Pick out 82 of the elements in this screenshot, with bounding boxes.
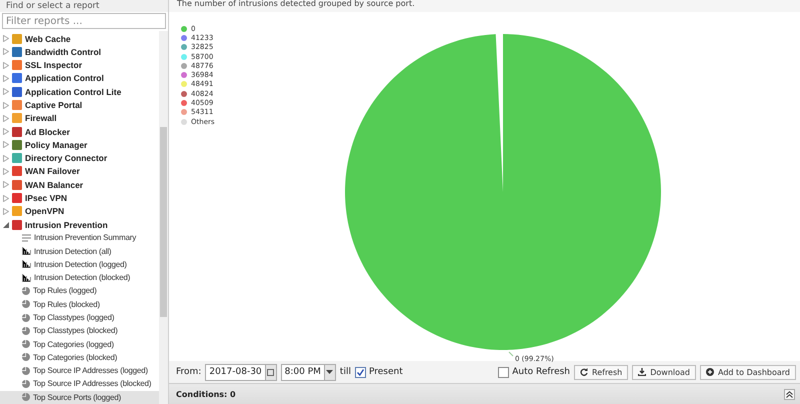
app-icon	[12, 113, 22, 124]
dropdown-icon	[326, 370, 334, 374]
tree-item[interactable]: Firewall	[0, 112, 159, 125]
app-icon	[12, 34, 22, 44]
list-icon	[22, 234, 31, 242]
tree-item[interactable]: Top Source Ports (logged)	[0, 390, 159, 404]
present-label: Present	[368, 367, 403, 377]
tree-item[interactable]: Bandwidth Control	[0, 45, 159, 59]
tree-item[interactable]: Top Source IP Addresses (blocked)	[0, 377, 159, 391]
pie-chart-icon	[22, 314, 30, 322]
sidebar-title: Find or select a report	[0, 0, 168, 12]
pie-chart-icon	[22, 353, 30, 362]
collapse-button[interactable]	[784, 388, 795, 400]
calendar-icon	[267, 368, 274, 376]
refresh-icon	[580, 368, 588, 376]
app-icon	[12, 126, 22, 137]
pie-chart-icon	[22, 326, 30, 335]
app-icon	[12, 180, 22, 190]
tree-item[interactable]: Ad Blocker	[0, 124, 159, 138]
conditions-title: Conditions: 0	[176, 390, 236, 398]
pie-chart-icon	[22, 366, 30, 375]
from-label: From:	[176, 367, 202, 377]
app-icon	[12, 60, 22, 70]
tree-item[interactable]: Top Categories (blocked)	[0, 350, 159, 364]
tree-item[interactable]: Web Cache	[0, 32, 159, 46]
pie-slice[interactable]	[345, 34, 661, 350]
filter-field[interactable]: Filter reports ...	[2, 13, 166, 29]
report-description: The number of intrusions detected grouped by source port.	[176, 0, 416, 10]
app-icon	[12, 140, 22, 150]
add-button[interactable]: Add to Dashboard	[700, 364, 796, 380]
leader-line	[508, 352, 514, 356]
pie-chart-icon	[22, 393, 30, 402]
tree-item[interactable]: Intrusion Detection (blocked)	[0, 271, 159, 284]
tree-item[interactable]: Top Classtypes (logged)	[0, 310, 159, 324]
app-icon	[12, 100, 22, 110]
app-icon	[12, 46, 22, 57]
tree-item[interactable]: Top Rules (blocked)	[0, 298, 159, 311]
pie-chart-icon	[22, 340, 30, 348]
scrollbar[interactable]	[159, 31, 168, 404]
app-icon	[12, 153, 22, 164]
tree-item[interactable]: Top Classtypes (blocked)	[0, 324, 159, 338]
collapse-icon[interactable]	[3, 222, 9, 228]
add-icon	[706, 368, 714, 376]
tree-item[interactable]: SSL Inspector	[0, 58, 159, 72]
tree-item[interactable]: Captive Portal	[0, 98, 159, 112]
auto-refresh-checkbox[interactable]	[498, 366, 510, 378]
tree-item[interactable]: WAN Failover	[0, 164, 159, 178]
app-icon	[12, 73, 22, 84]
tree-item[interactable]: Intrusion Prevention	[0, 218, 159, 232]
pie-chart-icon	[22, 380, 30, 388]
app-icon	[12, 193, 22, 204]
tree-item[interactable]: Policy Manager	[0, 138, 159, 152]
bar-chart-icon	[22, 260, 31, 268]
till-label: till	[340, 367, 351, 377]
tree-item[interactable]: Top Source IP Addresses (logged)	[0, 364, 159, 378]
app-icon	[12, 166, 22, 176]
tree-item[interactable]: WAN Balancer	[0, 178, 159, 192]
tree-item[interactable]: Intrusion Detection (logged)	[0, 258, 159, 272]
tree-item[interactable]: Directory Connector	[0, 152, 159, 165]
tree-item[interactable]: Application Control Lite	[0, 85, 159, 98]
tree-item[interactable]: OpenVPN	[0, 204, 159, 218]
bar-chart-icon	[22, 274, 31, 282]
tree-item[interactable]: Top Rules (logged)	[0, 284, 159, 298]
tree-item[interactable]: Application Control	[0, 72, 159, 86]
tree-item[interactable]: Top Categories (logged)	[0, 337, 159, 351]
double-caret-icon	[786, 390, 793, 398]
pie-chart-icon	[22, 300, 30, 308]
tree-item[interactable]: Intrusion Detection (all)	[0, 244, 159, 258]
download-icon	[638, 368, 646, 376]
refresh-button[interactable]: Refresh	[574, 364, 628, 380]
auto-refresh-label: Auto Refresh	[512, 367, 570, 377]
bar-chart-icon	[22, 247, 31, 256]
time-field[interactable]: 8:00 PM	[280, 364, 336, 380]
tree-item[interactable]: Intrusion Prevention Summary	[0, 231, 159, 244]
download-button[interactable]: Download	[632, 364, 696, 380]
date-field[interactable]: 2017-08-30	[205, 364, 277, 380]
pie-chart-icon	[22, 286, 30, 295]
app-icon	[12, 206, 22, 216]
tree-item[interactable]: IPsec VPN	[0, 191, 159, 205]
app-icon	[12, 220, 22, 230]
app-icon	[12, 86, 22, 97]
present-checkbox[interactable]	[354, 366, 366, 378]
